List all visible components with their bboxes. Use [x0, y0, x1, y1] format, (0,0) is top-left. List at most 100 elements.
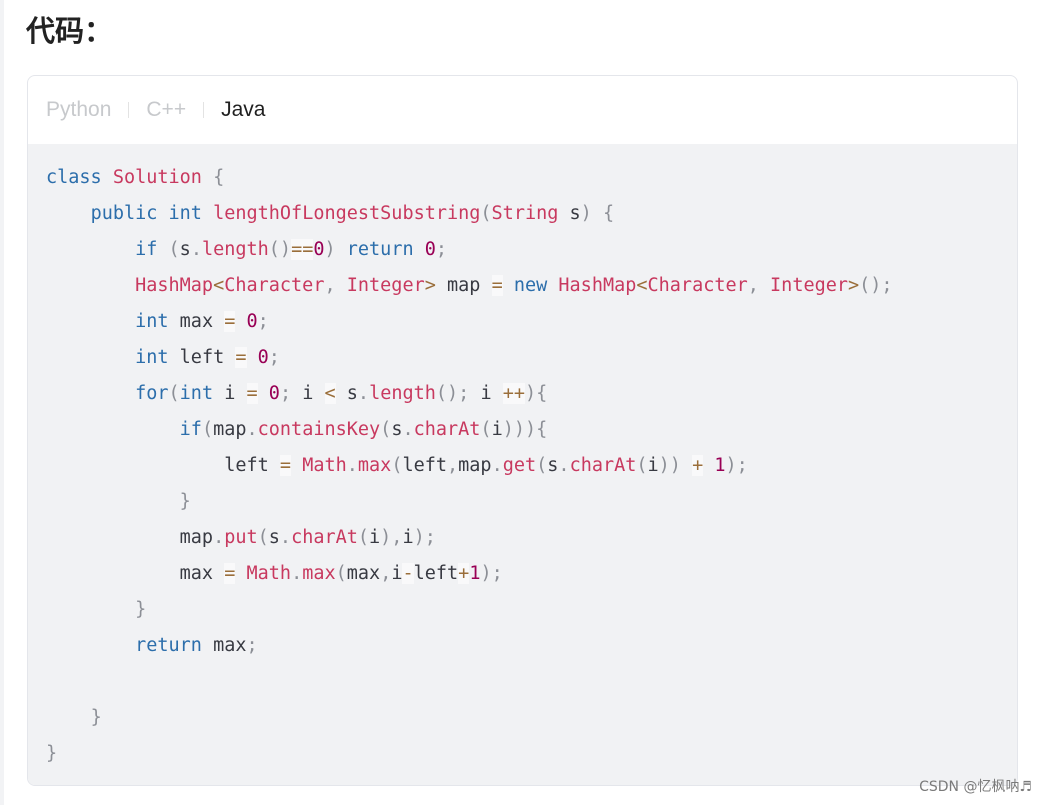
code-token: ;: [246, 635, 258, 656]
code-line: }: [46, 592, 893, 628]
code-token: }: [46, 743, 58, 764]
code-token: (: [480, 419, 492, 440]
code-line: [46, 664, 893, 700]
code-token: HashMap: [135, 275, 214, 296]
code-token: max: [346, 563, 381, 584]
code-token: new: [513, 275, 548, 296]
code-token: ){: [525, 383, 548, 404]
code-token: ;: [268, 347, 280, 368]
code-token: .: [279, 527, 292, 548]
code-line: HashMap<Character, Integer> map = new Ha…: [46, 268, 893, 304]
code-token: put: [224, 527, 258, 548]
code-token: Math: [302, 455, 347, 476]
code-token: Math: [246, 563, 292, 584]
code-token: class: [46, 167, 102, 188]
tab-python[interactable]: Python: [46, 98, 111, 122]
code-token: .: [491, 455, 503, 476]
code-token: max: [302, 563, 336, 584]
code-token: left: [168, 347, 236, 368]
code-token: map: [435, 275, 492, 296]
code-token: s: [335, 383, 358, 404]
code-token: charAt: [569, 455, 637, 476]
code-line: for(int i = 0; i < s.length(); i ++){: [46, 376, 893, 412]
code-token: ): [580, 203, 592, 224]
code-token: =: [491, 275, 503, 296]
code-token: (): [268, 239, 292, 260]
code-token: 0: [268, 383, 280, 404]
code-line: map.put(s.charAt(i),i);: [46, 520, 893, 556]
code-token: (: [357, 527, 370, 548]
code-token: Integer: [346, 275, 425, 296]
code-token: ();: [435, 383, 470, 404]
tab-java[interactable]: Java: [221, 98, 265, 122]
code-token: ),: [380, 527, 403, 548]
code-token: get: [502, 455, 537, 476]
code-token: +: [692, 455, 704, 476]
code-token: i: [391, 563, 403, 584]
code-token: >: [848, 275, 860, 296]
code-card: Python C++ Java class Solution { public …: [27, 75, 1018, 786]
csdn-watermark: CSDN @忆枫呐♬: [919, 779, 1032, 795]
code-token: ;: [279, 383, 292, 404]
left-margin-rule: [0, 0, 4, 805]
code-line: }: [46, 484, 893, 520]
code-token: (: [201, 419, 214, 440]
code-token: i: [369, 527, 381, 548]
code-token: .: [402, 419, 414, 440]
code-token: >: [424, 275, 436, 296]
code-token: s: [179, 239, 191, 260]
code-token: );: [413, 527, 436, 548]
code-token: =: [224, 311, 236, 332]
code-token: return: [135, 635, 202, 656]
code-token: (: [480, 203, 492, 224]
code-line: }: [46, 700, 893, 736]
code-token: .: [291, 563, 303, 584]
code-token: =: [235, 347, 247, 368]
code-token: return: [346, 239, 414, 260]
code-token: Character: [647, 275, 748, 296]
code-token: ): [324, 239, 336, 260]
code-token: max: [357, 455, 392, 476]
code-token: max: [168, 311, 225, 332]
code-token: .: [213, 527, 225, 548]
code-token: <: [213, 275, 225, 296]
code-token: int: [135, 311, 169, 332]
code-token: length: [369, 383, 436, 404]
code-area: class Solution { public int lengthOfLong…: [28, 144, 1017, 785]
code-line: public int lengthOfLongestSubstring(Stri…: [46, 196, 893, 232]
code-token: .: [346, 455, 358, 476]
code-token: max: [201, 635, 247, 656]
code-token: 0: [246, 311, 258, 332]
code-token: map: [458, 455, 492, 476]
code-token: int: [179, 383, 214, 404]
tab-cpp[interactable]: C++: [146, 98, 186, 122]
code-token: -: [402, 563, 414, 584]
code-token: (: [168, 239, 180, 260]
code-token: s: [558, 203, 581, 224]
code-token: ,: [747, 275, 759, 296]
code-token: );: [480, 563, 503, 584]
code-token: 0: [313, 239, 325, 260]
code-token: ();: [859, 275, 893, 296]
language-tab-bar: Python C++ Java: [28, 76, 1017, 144]
code-token: Solution: [112, 167, 202, 188]
code-token: 1: [469, 563, 481, 584]
code-token: if: [135, 239, 158, 260]
code-token: 0: [424, 239, 436, 260]
code-token: <: [324, 383, 336, 404]
